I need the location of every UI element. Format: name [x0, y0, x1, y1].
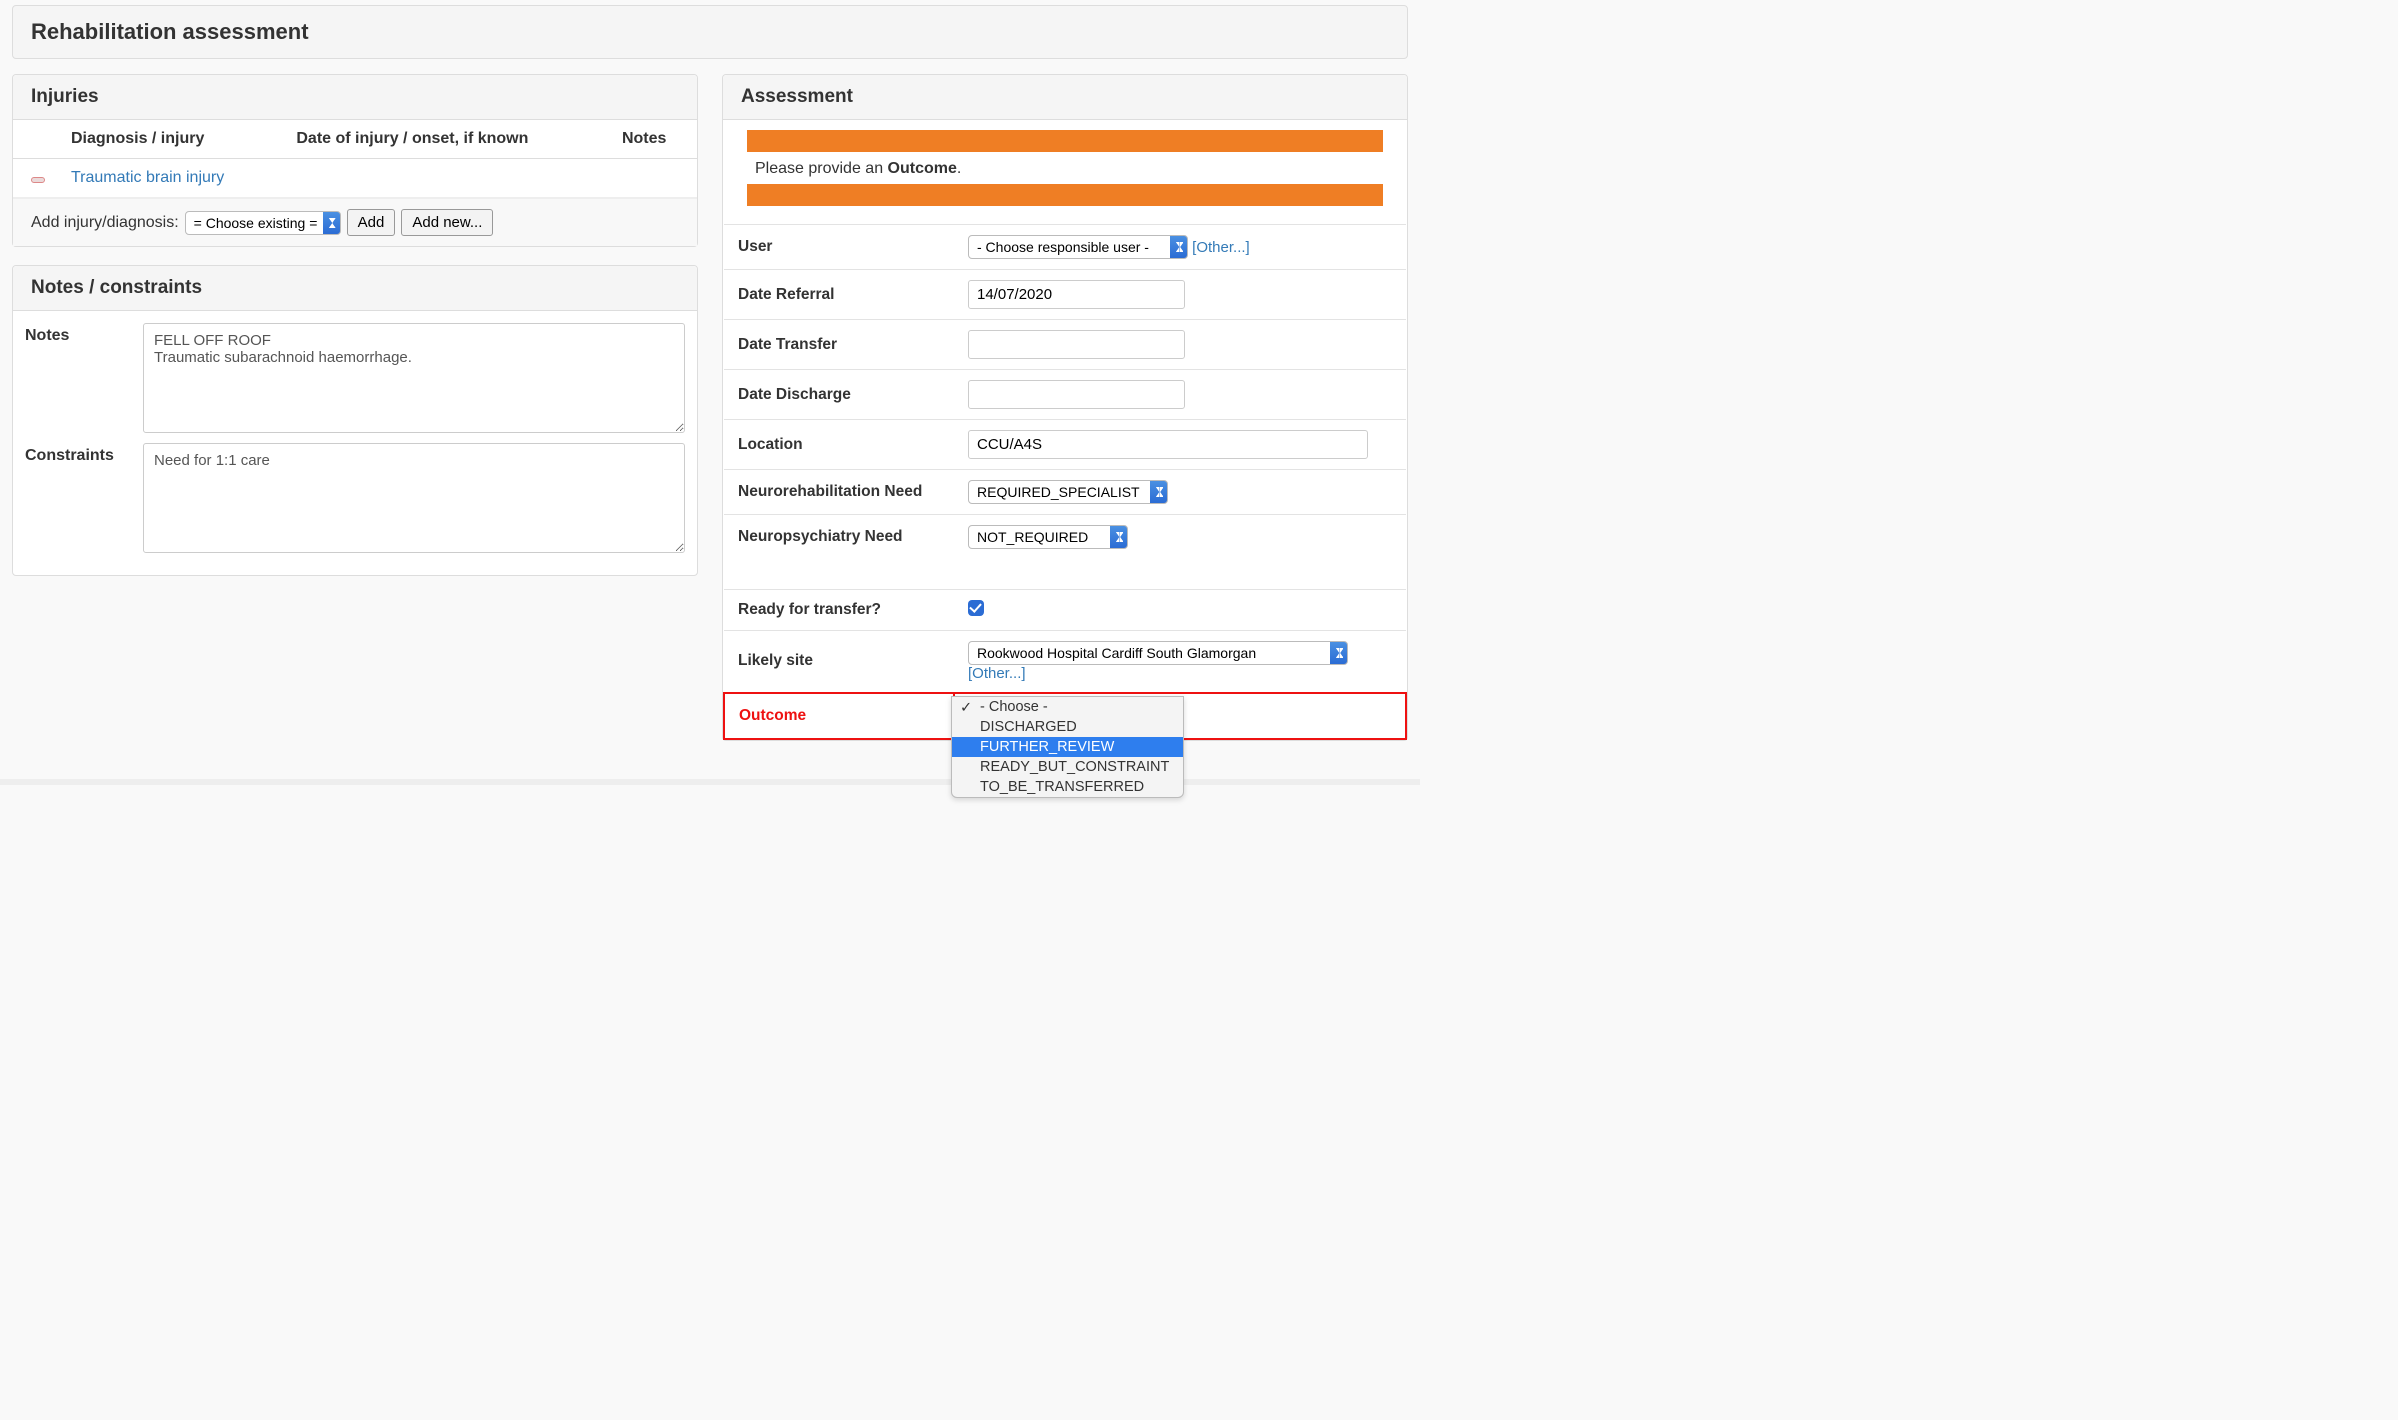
- location-label: Location: [724, 420, 954, 470]
- user-other-link[interactable]: [Other...]: [1192, 239, 1250, 256]
- user-select[interactable]: - Choose responsible user -: [968, 235, 1188, 259]
- alert-prefix: Please provide an: [755, 160, 888, 177]
- alert-field: Outcome: [888, 160, 957, 177]
- neurorehab-select[interactable]: REQUIRED_SPECIALIST: [968, 480, 1168, 504]
- outcome-option-label: READY_BUT_CONSTRAINT: [980, 759, 1169, 775]
- page-title: Rehabilitation assessment: [31, 19, 1389, 45]
- assessment-title: Assessment: [741, 86, 1389, 108]
- notes-title: Notes / constraints: [31, 277, 679, 299]
- injury-link[interactable]: Traumatic brain injury: [71, 169, 224, 186]
- notes-panel: Notes / constraints Notes Constraints: [12, 265, 698, 576]
- outcome-label: Outcome: [724, 693, 954, 739]
- date-discharge-label: Date Discharge: [724, 370, 954, 420]
- date-transfer-label: Date Transfer: [724, 320, 954, 370]
- alert-suffix: .: [957, 160, 961, 177]
- choose-existing-select[interactable]: = Choose existing =: [185, 211, 341, 235]
- user-label: User: [724, 225, 954, 270]
- outcome-option[interactable]: ✓ - Choose -: [952, 697, 1183, 717]
- outcome-option[interactable]: READY_BUT_CONSTRAINT: [952, 757, 1183, 777]
- ready-checkbox[interactable]: [968, 600, 984, 616]
- bottom-border: [0, 779, 1420, 785]
- alert-bar-bottom: [747, 184, 1383, 206]
- injuries-panel: Injuries Diagnosis / injury Date of inju…: [12, 74, 698, 247]
- date-transfer-input[interactable]: [968, 330, 1185, 359]
- date-referral-input[interactable]: [968, 280, 1185, 309]
- outcome-option[interactable]: DISCHARGED: [952, 717, 1183, 737]
- col-date: Date of injury / onset, if known: [284, 120, 610, 159]
- date-discharge-input[interactable]: [968, 380, 1185, 409]
- likely-site-label: Likely site: [724, 630, 954, 693]
- outcome-option-label: FURTHER_REVIEW: [980, 739, 1114, 755]
- assessment-panel: Assessment Please provide an Outcome. Us…: [722, 74, 1408, 741]
- outcome-option-label: TO_BE_TRANSFERRED: [980, 779, 1144, 795]
- add-button[interactable]: Add: [347, 209, 396, 236]
- outcome-option-label: - Choose -: [980, 699, 1048, 715]
- injuries-table: Diagnosis / injury Date of injury / onse…: [13, 120, 697, 198]
- remove-icon[interactable]: [31, 177, 45, 183]
- col-diagnosis: Diagnosis / injury: [59, 120, 284, 159]
- outcome-option[interactable]: TO_BE_TRANSFERRED: [952, 777, 1183, 797]
- location-input[interactable]: [968, 430, 1368, 459]
- col-icon: [13, 120, 59, 159]
- notes-textarea[interactable]: [143, 323, 685, 433]
- outcome-option[interactable]: FURTHER_REVIEW: [952, 737, 1183, 757]
- likely-site-other-link[interactable]: [Other...]: [968, 665, 1026, 682]
- notes-label: Notes: [25, 323, 143, 433]
- injury-notes: [610, 159, 697, 198]
- page-header: Rehabilitation assessment: [12, 5, 1408, 59]
- constraints-textarea[interactable]: [143, 443, 685, 553]
- outcome-option-label: DISCHARGED: [980, 719, 1077, 735]
- ready-label: Ready for transfer?: [724, 589, 954, 630]
- add-injury-label: Add injury/diagnosis:: [31, 214, 179, 232]
- date-referral-label: Date Referral: [724, 270, 954, 320]
- assessment-form: User - Choose responsible user - [Other.…: [723, 224, 1407, 740]
- constraints-label: Constraints: [25, 443, 143, 553]
- likely-site-select[interactable]: Rookwood Hospital Cardiff South Glamorga…: [968, 641, 1348, 665]
- injuries-title: Injuries: [31, 86, 679, 108]
- table-row: Traumatic brain injury: [13, 159, 697, 198]
- add-new-button[interactable]: Add new...: [401, 209, 493, 236]
- validation-alert: Please provide an Outcome.: [723, 120, 1407, 224]
- outcome-dropdown[interactable]: ✓ - Choose - DISCHARGED FURTHER_REVIEW READY…: [951, 696, 1184, 798]
- neuropsych-label: Neuropsychiatry Need: [724, 515, 954, 560]
- check-icon: ✓: [960, 700, 972, 716]
- neurorehab-label: Neurorehabilitation Need: [724, 470, 954, 515]
- add-injury-row: Add injury/diagnosis: = Choose existing …: [13, 198, 697, 246]
- alert-bar-top: [747, 130, 1383, 152]
- neuropsych-select[interactable]: NOT_REQUIRED: [968, 525, 1128, 549]
- col-notes: Notes: [610, 120, 697, 159]
- injury-date: [284, 159, 610, 198]
